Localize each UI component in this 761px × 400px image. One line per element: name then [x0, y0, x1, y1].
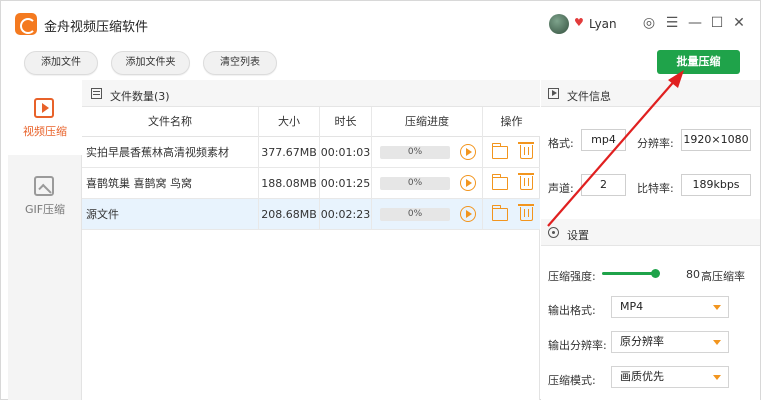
- progress-cell: 0%: [372, 199, 483, 230]
- table-row[interactable]: 实拍早晨香蕉林高清视频素材 377.67MB 00:01:03 0%: [82, 137, 540, 168]
- output-format-value: MP4: [620, 300, 644, 313]
- close-icon[interactable]: ✕: [729, 13, 749, 33]
- folder-icon[interactable]: [491, 174, 508, 190]
- table-row[interactable]: 喜鹊筑巢 喜鹊窝 鸟窝 188.08MB 00:01:25 0%: [82, 168, 540, 199]
- chevron-down-icon: [713, 375, 721, 380]
- actions-cell: [483, 168, 540, 199]
- format-label: 格式:: [548, 137, 574, 150]
- format-value: mp4: [581, 129, 626, 151]
- add-file-button[interactable]: 添加文件: [24, 51, 98, 75]
- progress-bar: 0%: [380, 208, 450, 221]
- username[interactable]: Lyan: [589, 17, 617, 31]
- output-resolution-value: 原分辨率: [620, 335, 664, 348]
- progress-bar: 0%: [380, 146, 450, 159]
- file-name: 源文件: [82, 199, 259, 230]
- gear-icon: [548, 227, 559, 238]
- folder-icon[interactable]: [491, 205, 508, 221]
- play-icon[interactable]: [460, 144, 476, 160]
- file-count: 文件数量(3): [110, 90, 170, 103]
- file-duration: 00:02:23: [320, 199, 372, 230]
- clear-list-button[interactable]: 清空列表: [203, 51, 277, 75]
- folder-icon[interactable]: [491, 143, 508, 159]
- bitrate-value: 189kbps: [681, 174, 751, 196]
- trash-icon[interactable]: [518, 204, 534, 221]
- file-duration: 00:01:25: [320, 168, 372, 199]
- chevron-down-icon: [713, 305, 721, 310]
- channels-value: 2: [581, 174, 626, 196]
- table-header: 文件名称 大小 时长 压缩进度 操作: [82, 107, 540, 137]
- batch-compress-button[interactable]: 批量压缩: [657, 50, 740, 74]
- avatar[interactable]: [549, 14, 569, 34]
- progress-cell: 0%: [372, 137, 483, 168]
- settings-header: 设置: [541, 219, 760, 246]
- progress-bar: 0%: [380, 177, 450, 190]
- file-info-header: 文件信息: [541, 80, 760, 107]
- output-resolution-label: 输出分辨率:: [548, 339, 607, 352]
- output-resolution-select[interactable]: 原分辨率: [611, 331, 729, 353]
- image-icon: [34, 176, 54, 196]
- file-name: 实拍早晨香蕉林高清视频素材: [82, 137, 259, 168]
- actions-cell: [483, 199, 540, 230]
- file-duration: 00:01:03: [320, 137, 372, 168]
- file-name: 喜鹊筑巢 喜鹊窝 鸟窝: [82, 168, 259, 199]
- actions-cell: [483, 137, 540, 168]
- toolbar: 添加文件 添加文件夹 清空列表 批量压缩: [1, 46, 760, 79]
- file-info-title: 文件信息: [567, 90, 611, 103]
- skin-icon[interactable]: ◎: [639, 13, 659, 33]
- mode-select[interactable]: 画质优先: [611, 366, 729, 388]
- chevron-down-icon: [713, 340, 721, 345]
- strength-suffix: 高压缩率: [701, 270, 745, 283]
- sidebar-item-label: GIF压缩: [24, 203, 66, 216]
- vip-icon: ♥: [574, 16, 584, 29]
- resolution-value: 1920×1080: [681, 129, 751, 151]
- mode-value: 画质优先: [620, 370, 664, 383]
- list-icon: [91, 88, 102, 99]
- mode-label: 压缩模式:: [548, 374, 596, 387]
- sidebar-item-video-compress[interactable]: 视频压缩: [8, 80, 82, 155]
- table-row[interactable]: 源文件 208.68MB 00:02:23 0%: [82, 199, 540, 230]
- channels-label: 声道:: [548, 182, 574, 195]
- output-format-label: 输出格式:: [548, 304, 596, 317]
- resolution-label: 分辨率:: [637, 137, 674, 150]
- file-list-panel: 文件数量(3) 文件名称 大小 时长 压缩进度 操作 实拍早晨香蕉林高清视频素材…: [82, 80, 540, 400]
- play-icon[interactable]: [460, 206, 476, 222]
- play-icon[interactable]: [460, 175, 476, 191]
- output-format-select[interactable]: MP4: [611, 296, 729, 318]
- column-header-duration: 时长: [320, 107, 372, 137]
- strength-value: 80: [686, 268, 700, 281]
- bitrate-label: 比特率:: [637, 182, 674, 195]
- settings-title: 设置: [567, 229, 589, 242]
- app-logo-icon: [15, 13, 37, 35]
- column-header-actions: 操作: [500, 115, 523, 128]
- strength-slider-handle[interactable]: [651, 269, 660, 278]
- add-folder-button[interactable]: 添加文件夹: [111, 51, 190, 75]
- file-size: 208.68MB: [259, 199, 320, 230]
- trash-icon[interactable]: [518, 142, 534, 159]
- column-header-size: 大小: [259, 107, 320, 137]
- sidebar: 视频压缩 GIF压缩: [8, 80, 82, 400]
- sidebar-item-gif-compress[interactable]: GIF压缩: [8, 158, 82, 233]
- progress-cell: 0%: [372, 168, 483, 199]
- right-panel: 文件信息 格式: mp4 分辨率: 1920×1080 声道: 2 比特率: 1…: [541, 80, 760, 400]
- maximize-icon[interactable]: ☐: [707, 13, 727, 33]
- strength-slider[interactable]: [602, 272, 658, 275]
- video-info-icon: [548, 88, 559, 99]
- title-bar: 金舟视频压缩软件 ♥ Lyan ◎ ☰ — ☐ ✕: [1, 1, 760, 46]
- app-window: 金舟视频压缩软件 ♥ Lyan ◎ ☰ — ☐ ✕ 添加文件 添加文件夹 清空列…: [0, 0, 761, 400]
- column-header-progress: 压缩进度: [372, 107, 483, 137]
- video-icon: [34, 98, 54, 118]
- minimize-icon[interactable]: —: [685, 13, 705, 33]
- file-size: 377.67MB: [259, 137, 320, 168]
- file-size: 188.08MB: [259, 168, 320, 199]
- sidebar-item-label: 视频压缩: [23, 125, 67, 138]
- app-title: 金舟视频压缩软件: [44, 20, 149, 35]
- strength-label: 压缩强度:: [548, 270, 596, 283]
- file-list-header: 文件数量(3): [82, 80, 540, 107]
- column-header-name: 文件名称: [82, 107, 259, 137]
- menu-icon[interactable]: ☰: [662, 13, 682, 33]
- trash-icon[interactable]: [518, 173, 534, 190]
